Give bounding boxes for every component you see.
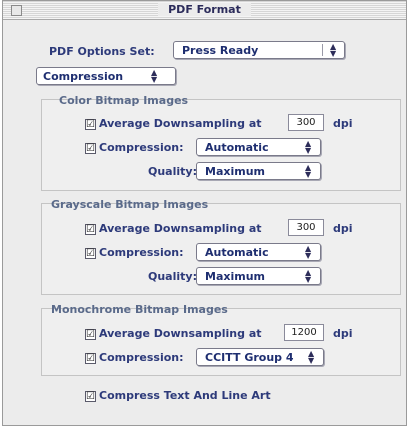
grayscale-quality-value: Maximum — [205, 270, 265, 283]
grayscale-compression-value: Automatic — [205, 246, 269, 259]
monochrome-dpi-input[interactable]: 1200 — [284, 324, 324, 341]
window-title: PDF Format — [3, 3, 406, 16]
options-set-label: PDF Options Set: — [49, 45, 155, 58]
monochrome-compression-checkbox[interactable]: ☑ — [85, 353, 96, 364]
grayscale-quality-popup[interactable]: Maximum ▲ ▼ — [196, 267, 321, 285]
up-down-arrows-icon: ▲ ▼ — [305, 163, 312, 179]
compress-text-checkbox[interactable]: ☑ — [85, 391, 96, 402]
color-quality-label: Quality: — [148, 165, 197, 178]
up-down-arrows-icon: ▲ ▼ — [305, 244, 312, 260]
up-down-arrows-icon: ▲ ▼ — [305, 139, 312, 155]
title-bar[interactable]: PDF Format — [3, 1, 406, 20]
up-down-arrows-icon: ▲ ▼ — [330, 42, 337, 58]
color-bitmap-title: Color Bitmap Images — [59, 94, 189, 107]
grayscale-compression-label: Compression: — [99, 246, 184, 259]
options-set-popup[interactable]: Press Ready ▲ ▼ — [173, 41, 345, 59]
color-downsample-label: Average Downsampling at — [99, 117, 262, 130]
up-down-arrows-icon: ▲ ▼ — [151, 68, 158, 84]
color-compression-label: Compression: — [99, 141, 184, 154]
color-compression-checkbox[interactable]: ☑ — [85, 143, 96, 154]
monochrome-downsample-checkbox[interactable]: ☑ — [85, 329, 96, 340]
color-compression-popup[interactable]: Automatic ▲ ▼ — [196, 138, 321, 156]
color-downsample-checkbox[interactable]: ☑ — [85, 119, 96, 130]
monochrome-bitmap-title: Monochrome Bitmap Images — [51, 303, 228, 316]
grayscale-downsample-checkbox[interactable]: ☑ — [85, 224, 96, 235]
grayscale-bitmap-title: Grayscale Bitmap Images — [51, 198, 209, 211]
panel-selector-popup[interactable]: Compression ▲ ▼ — [36, 67, 176, 85]
monochrome-compression-value: CCITT Group 4 — [205, 351, 294, 364]
monochrome-downsample-label: Average Downsampling at — [99, 327, 262, 340]
up-down-arrows-icon: ▲ ▼ — [308, 349, 315, 365]
monochrome-compression-popup[interactable]: CCITT Group 4 ▲ ▼ — [196, 348, 324, 366]
grayscale-downsample-label: Average Downsampling at — [99, 222, 262, 235]
color-compression-value: Automatic — [205, 141, 269, 154]
grayscale-compression-popup[interactable]: Automatic ▲ ▼ — [196, 243, 321, 261]
monochrome-dpi-unit: dpi — [333, 327, 353, 340]
compress-text-label: Compress Text And Line Art — [99, 389, 271, 402]
color-dpi-unit: dpi — [333, 117, 353, 130]
panel-selector-value: Compression — [43, 70, 124, 83]
grayscale-dpi-unit: dpi — [333, 222, 353, 235]
color-quality-value: Maximum — [205, 165, 265, 178]
grayscale-quality-label: Quality: — [148, 270, 197, 283]
grayscale-compression-checkbox[interactable]: ☑ — [85, 248, 96, 259]
color-quality-popup[interactable]: Maximum ▲ ▼ — [196, 162, 321, 180]
options-set-value: Press Ready — [182, 44, 259, 57]
monochrome-compression-label: Compression: — [99, 351, 184, 364]
up-down-arrows-icon: ▲ ▼ — [305, 268, 312, 284]
color-dpi-input[interactable]: 300 — [288, 114, 324, 131]
pdf-format-window: PDF Format PDF Options Set: Press Ready … — [2, 0, 407, 426]
grayscale-dpi-input[interactable]: 300 — [288, 219, 324, 236]
